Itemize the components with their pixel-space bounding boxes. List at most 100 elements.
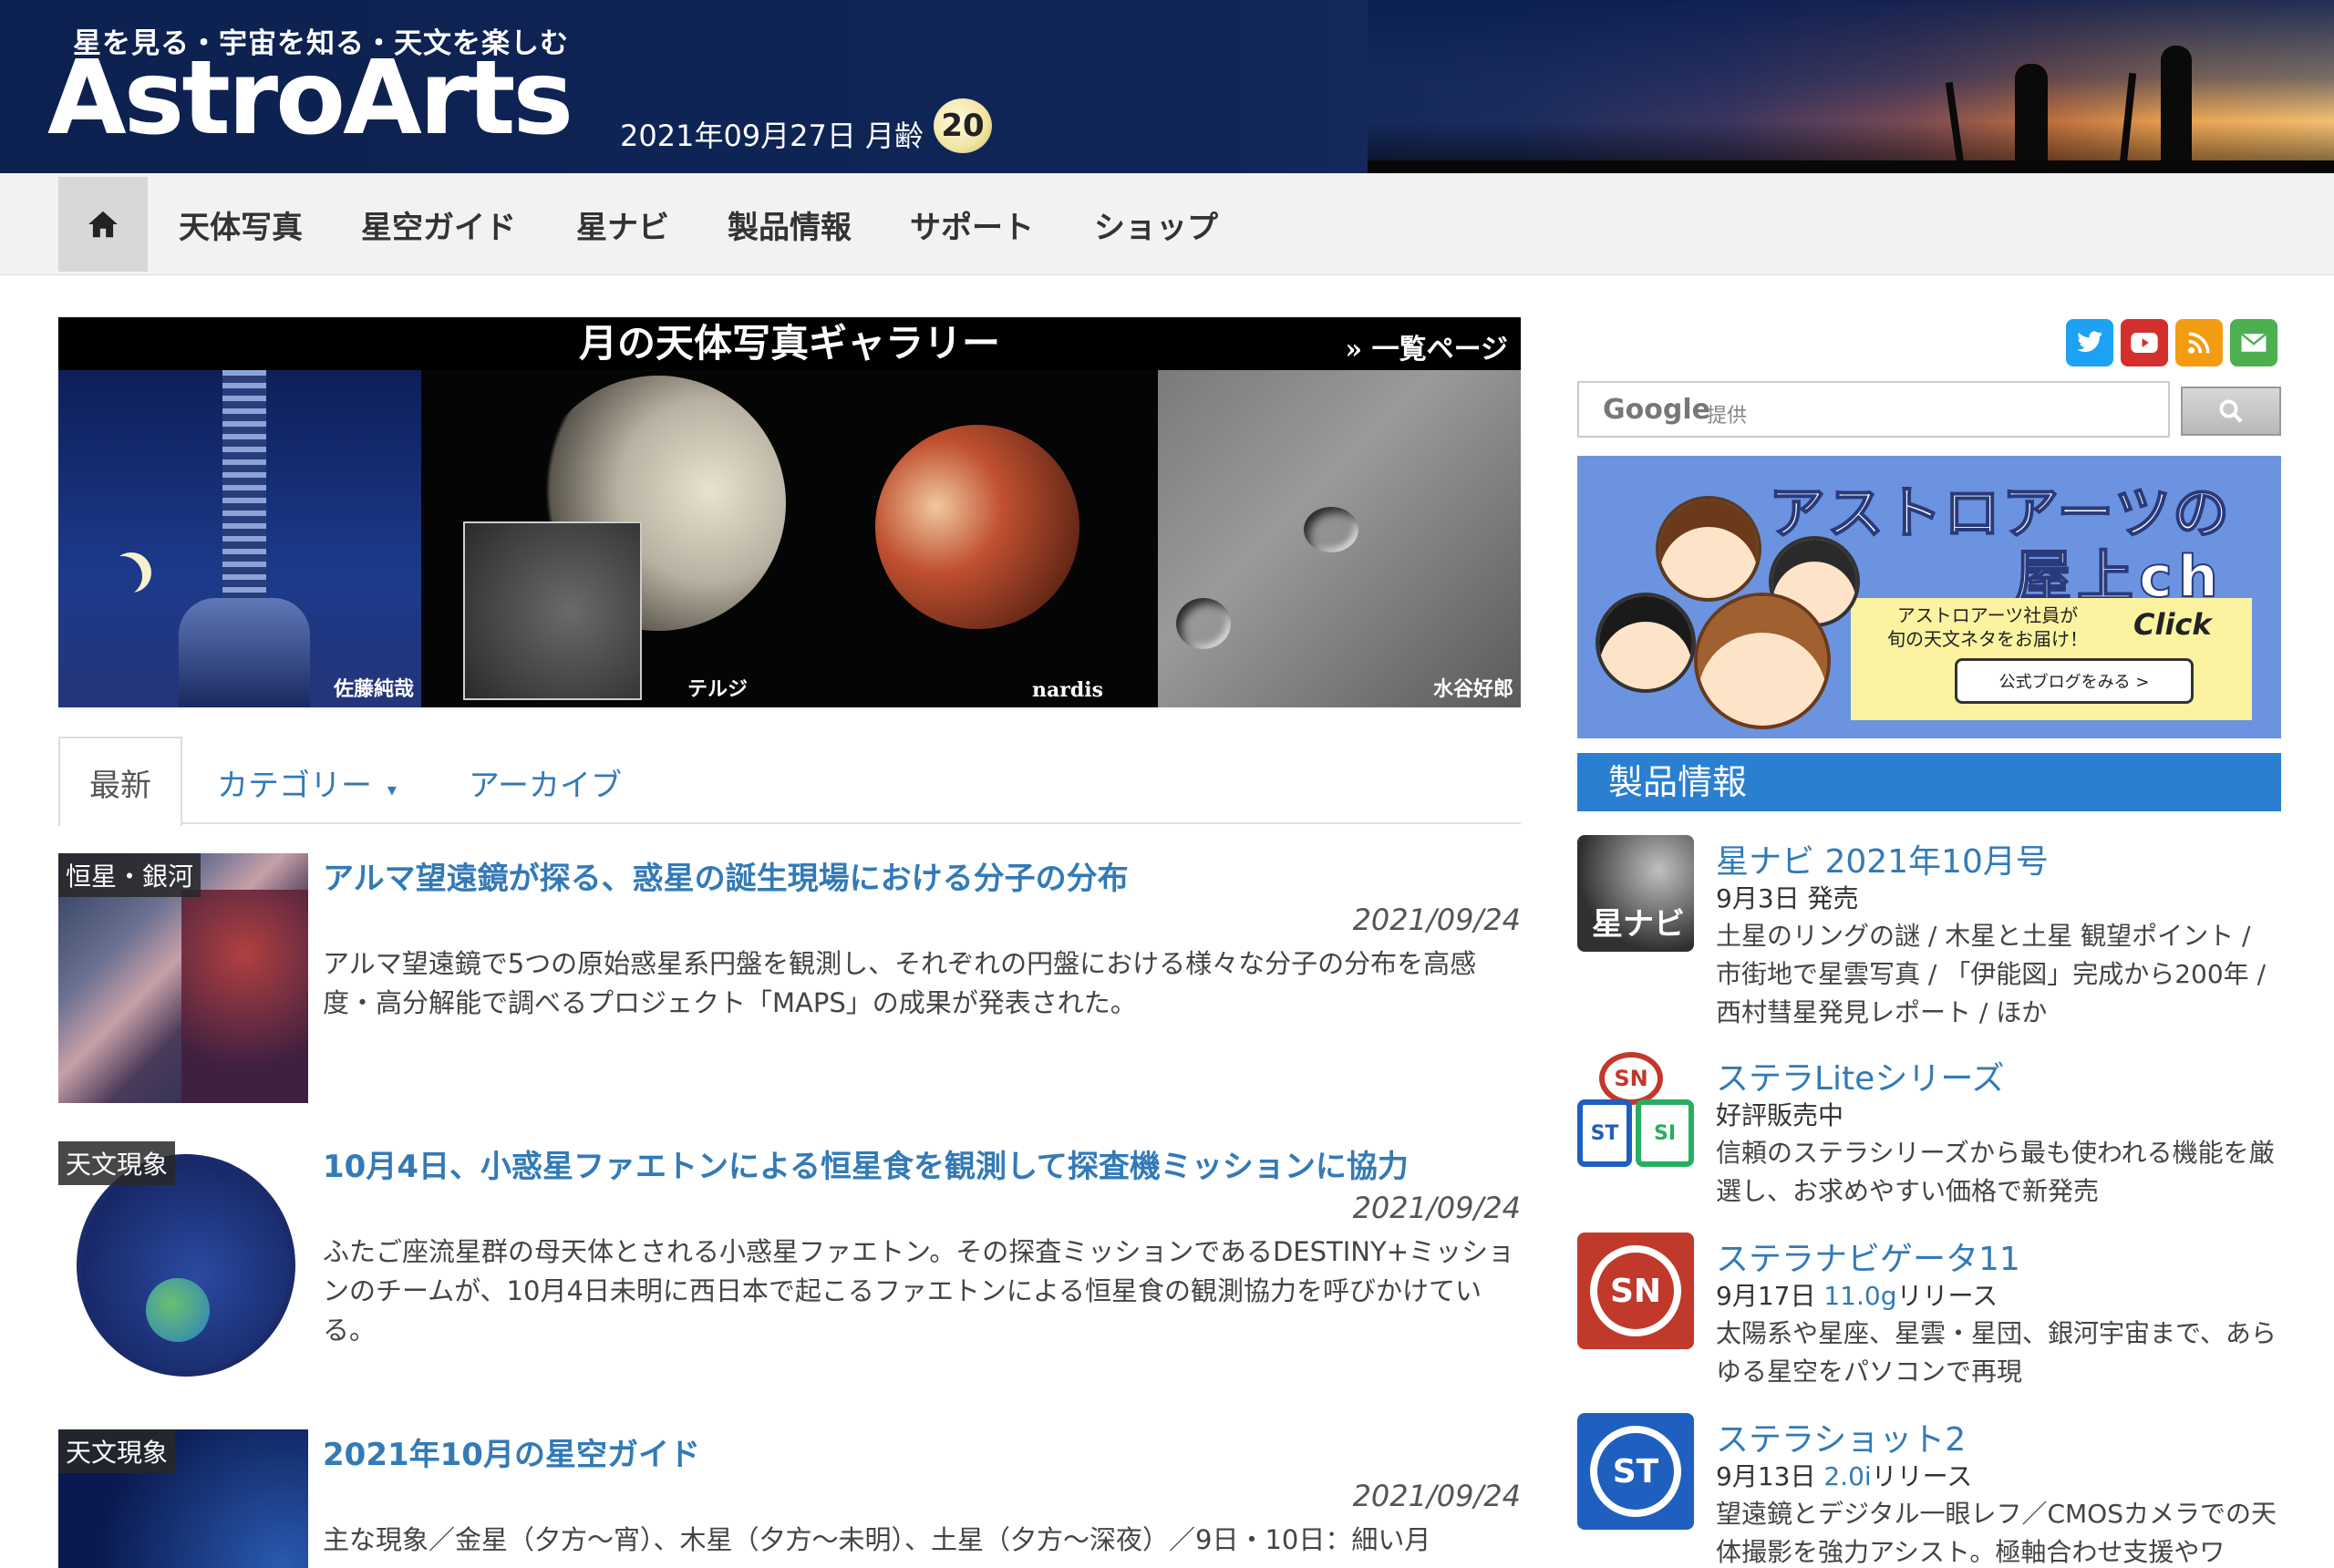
product-title[interactable]: ステラショット2 bbox=[1716, 1413, 1966, 1460]
product-release-suffix: リリース bbox=[1896, 1281, 1998, 1311]
rss-icon[interactable] bbox=[2175, 319, 2223, 366]
gallery-banner[interactable]: 月の天体写真ギャラリー » 一覧ページ 佐藤純哉 テルジ nardis 水谷好郎 bbox=[58, 317, 1521, 707]
ground-strip bbox=[1368, 160, 2334, 173]
product-date: 9月13日 2.0iリリース bbox=[1716, 1457, 1972, 1493]
product-title[interactable]: ステラLiteシリーズ bbox=[1716, 1052, 2005, 1099]
current-date: 2021年09月27日 月齢 bbox=[620, 119, 924, 153]
product-description: 信頼のステラシリーズから最も使われる機能を厳選し、お求めやすい価格で新発売 bbox=[1716, 1138, 2275, 1206]
product-description: 太陽系や星座、星雲・星団、銀河宇宙まで、あらゆる星空をパソコンで再現 bbox=[1716, 1318, 2277, 1387]
mission-patch-earth bbox=[146, 1278, 210, 1342]
thumb-split bbox=[181, 890, 308, 1103]
search-input[interactable]: Google 提供 bbox=[1577, 381, 2170, 438]
telescope-silhouette bbox=[2119, 72, 2137, 165]
main-nav: 天体写真 星空ガイド 星ナビ 製品情報 サポート ショップ bbox=[0, 173, 2334, 275]
article-title[interactable]: アルマ望遠鏡が探る、惑星の誕生現場における分子の分布 bbox=[323, 853, 1129, 898]
article-thumbnail[interactable]: 天文現象 bbox=[58, 1429, 308, 1568]
photo-credit: テルジ bbox=[687, 677, 748, 701]
product-description: 土星のリング​の謎 / 木星と土星 観望ポイント / 市街地で星雲写真 / 「伊… bbox=[1716, 921, 2267, 1027]
nav-item-photos[interactable]: 天体写真 bbox=[179, 202, 303, 247]
twitter-icon[interactable] bbox=[2066, 319, 2113, 366]
mail-icon[interactable] bbox=[2230, 319, 2277, 366]
logo-si: SI bbox=[1636, 1099, 1694, 1167]
product-date: 9月3日 発売 bbox=[1716, 879, 1859, 915]
product-thumbnail[interactable]: SN ST SI bbox=[1577, 1052, 1694, 1169]
tab-category-label: カテゴリー bbox=[217, 768, 372, 804]
mission-patch bbox=[77, 1154, 295, 1377]
article-item: 天文現象 2021年10月の星空ガイド 2021/09/24 主な現象／金星（夕… bbox=[58, 1429, 1521, 1568]
nav-item-sky-guide[interactable]: 星空ガイド bbox=[361, 202, 516, 247]
logo-st: ST bbox=[1577, 1099, 1632, 1167]
article-item: 恒星・銀河 アルマ望遠鏡が探る、惑星の誕生現場における分子の分布 2021/09… bbox=[58, 853, 1521, 1103]
google-brand: Google bbox=[1603, 394, 1710, 426]
photo-credit: 水谷好郎 bbox=[1432, 677, 1513, 701]
product-date-text: 9月17日 bbox=[1716, 1281, 1824, 1311]
photo-credit: 佐藤純哉 bbox=[333, 677, 414, 701]
article-thumbnail[interactable]: 恒星・銀河 bbox=[58, 853, 308, 1103]
telescope-silhouette bbox=[1945, 81, 1965, 165]
nav-item-shop[interactable]: ショップ bbox=[1094, 202, 1218, 247]
inset-photo bbox=[463, 521, 642, 700]
ad-subtext-line: 旬の天文ネタをお届け！ bbox=[1887, 628, 2088, 650]
article-thumbnail[interactable]: 天文現象 bbox=[58, 1141, 308, 1391]
search-provided-label: 提供 bbox=[1707, 405, 1748, 428]
article-summary: アルマ望遠鏡で5つの原始惑星系円盤を観測し、それぞれの円盤における様々な分子の分… bbox=[323, 948, 1477, 1018]
article-date: 2021/09/24 bbox=[1352, 1479, 1521, 1513]
gallery-photo[interactable]: 佐藤純哉 bbox=[58, 370, 421, 707]
article-summary: 主な現象／金星（夕方～宵）、木星（夕方～未明）、土星（夕方～深夜）／9日・10日… bbox=[323, 1524, 1431, 1555]
nav-item-products[interactable]: 製品情報 bbox=[728, 202, 852, 247]
product-date: 好評販売中 bbox=[1716, 1096, 1843, 1132]
product-item: ST ステラショット2 9月13日 2.0iリリース 望遠鏡とデジタル一眼レフ／… bbox=[1577, 1413, 2281, 1568]
crater bbox=[1176, 598, 1231, 649]
youtube-icon[interactable] bbox=[2121, 319, 2168, 366]
tab-latest[interactable]: 最新 bbox=[58, 737, 182, 826]
article-tabs: 最新 カテゴリー ▾ アーカイブ bbox=[58, 737, 1521, 826]
ad-click-text: Click bbox=[2133, 607, 2212, 642]
gallery-photo[interactable]: テルジ bbox=[421, 370, 793, 707]
photo-credit: nardis bbox=[1032, 678, 1103, 702]
blog-ad-banner[interactable]: アストロアーツの 屋上ch アストロアーツ社員が 旬の天文ネタをお届け！ Cli… bbox=[1577, 456, 2281, 738]
product-date-text: 好評販売中 bbox=[1716, 1100, 1844, 1130]
product-version-link[interactable]: 11.0g bbox=[1823, 1281, 1896, 1311]
tab-archive[interactable]: アーカイブ bbox=[469, 760, 622, 805]
crater bbox=[1304, 507, 1358, 552]
product-item: SN ST SI ステラLiteシリーズ 好評販売中 信頼のステラシリーズから最… bbox=[1577, 1052, 2281, 1216]
banner-title: 月の天体写真ギャラリー bbox=[578, 321, 1000, 366]
article-title[interactable]: 10月4日、小惑星ファエトンによる恒星食を観測して探査機ミッションに協力 bbox=[323, 1141, 1409, 1186]
tab-category[interactable]: カテゴリー ▾ bbox=[217, 760, 397, 805]
product-thumbnail[interactable]: 星ナビ bbox=[1577, 835, 1694, 952]
search-icon bbox=[2219, 399, 2243, 423]
logo-sn: SN bbox=[1599, 1052, 1663, 1105]
site-header: 星を見る・宇宙を知る・天文を楽しむ AstroArts 2021年09月27日 … bbox=[0, 0, 2334, 173]
character-illustration bbox=[1596, 593, 1696, 693]
nav-item-support[interactable]: サポート bbox=[910, 202, 1034, 247]
product-version-link[interactable]: 2.0i bbox=[1823, 1461, 1871, 1491]
gallery-photo[interactable]: 水谷好郎 bbox=[1158, 370, 1521, 707]
product-thumbnail[interactable]: SN bbox=[1577, 1233, 1694, 1349]
nav-item-hoshinavi[interactable]: 星ナビ bbox=[576, 202, 669, 247]
gallery-photo[interactable]: nardis bbox=[793, 370, 1158, 707]
logo-sn: SN bbox=[1590, 1245, 1681, 1336]
article-date: 2021/09/24 bbox=[1352, 1191, 1521, 1225]
product-thumbnail-label: 星ナビ bbox=[1592, 906, 1685, 943]
ad-subtext-line: アストロアーツ社員が bbox=[1896, 604, 2079, 626]
product-release-suffix: リリース bbox=[1871, 1461, 1973, 1491]
banner-more-link[interactable]: » 一覧ページ bbox=[1345, 326, 1508, 366]
search-button[interactable] bbox=[2181, 387, 2281, 436]
nav-home[interactable] bbox=[58, 177, 148, 272]
product-date-text: 9月13日 bbox=[1716, 1461, 1824, 1491]
ad-blog-button[interactable]: 公式ブログをみる > bbox=[1955, 658, 2194, 704]
product-thumbnail[interactable]: ST bbox=[1577, 1413, 1694, 1530]
product-date-text: 9月3日 発売 bbox=[1716, 883, 1859, 913]
article-date: 2021/09/24 bbox=[1352, 903, 1521, 937]
product-title[interactable]: 星ナビ 2021年10月号 bbox=[1716, 835, 2049, 882]
article-item: 天文現象 10月4日、小惑星ファエトンによる恒星食を観測して探査機ミッションに協… bbox=[58, 1141, 1521, 1391]
ad-subtext: アストロアーツ社員が 旬の天文ネタをお届け！ bbox=[1887, 603, 2088, 651]
observer-silhouette bbox=[2015, 64, 2048, 164]
site-logo[interactable]: AstroArts bbox=[47, 47, 573, 150]
article-title[interactable]: 2021年10月の星空ガイド bbox=[323, 1429, 700, 1474]
product-item: 星ナビ 星ナビ 2021年10月号 9月3日 発売 土星のリング​の謎 / 木星… bbox=[1577, 835, 2281, 1036]
product-title[interactable]: ステラナビゲータ11 bbox=[1716, 1233, 2020, 1280]
eclipse-moon bbox=[875, 425, 1079, 629]
tower-deck bbox=[179, 598, 310, 707]
article-category-badge: 恒星・銀河 bbox=[58, 853, 201, 897]
